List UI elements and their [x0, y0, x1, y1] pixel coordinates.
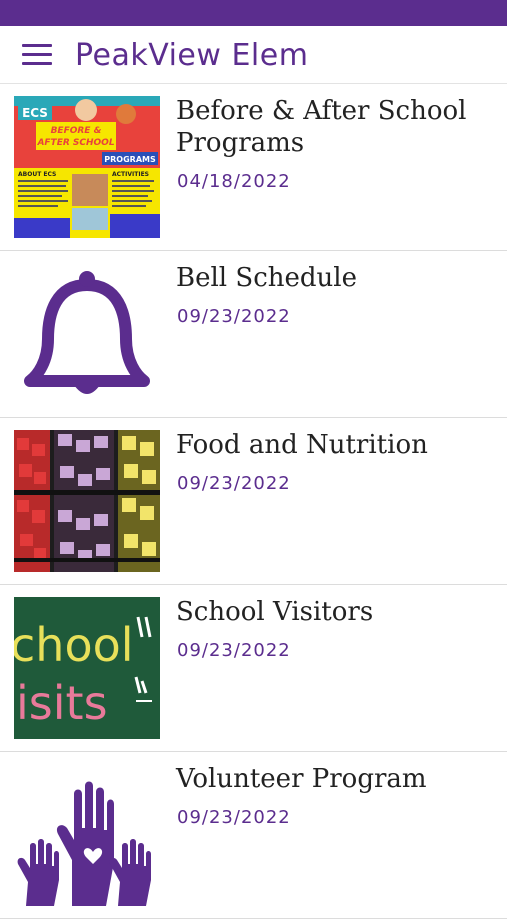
item-title: School Visitors	[176, 597, 374, 627]
item-title: Volunteer Program	[176, 764, 427, 794]
flyer-headline-1: BEFORE &	[51, 126, 102, 136]
flyer-about: ABOUT ECS	[18, 171, 56, 178]
ecs-programs-flyer-image: ECS BEFORE & AFTER SCHOOL PROGRAMS ABOUT…	[14, 96, 160, 238]
item-date: 09/23/2022	[177, 807, 291, 828]
item-title: Bell Schedule	[176, 263, 357, 293]
item-date: 09/23/2022	[177, 306, 291, 327]
flyer-activities: ACTIVITIES	[112, 171, 149, 178]
list-item-food-nutrition[interactable]: Food and Nutrition 09/23/2022	[0, 418, 507, 585]
app-bar: PeakView Elem	[0, 26, 507, 84]
flyer-headline-2: AFTER SCHOOL	[36, 138, 114, 148]
list-item-school-visitors[interactable]: chool isits School Visitors 09/23/2022	[0, 585, 507, 752]
hamburger-menu-icon[interactable]	[20, 40, 54, 70]
item-title: Before & After School Programs	[176, 96, 467, 158]
item-date: 09/23/2022	[177, 640, 291, 661]
item-date: 09/23/2022	[177, 473, 291, 494]
chalkboard-photo: chool isits	[14, 597, 160, 739]
list-item-volunteer-program[interactable]: Volunteer Program 09/23/2022	[0, 752, 507, 919]
flyer-programs: PROGRAMS	[104, 155, 156, 164]
produce-photo	[14, 430, 160, 572]
list-item-before-after-school[interactable]: ECS BEFORE & AFTER SCHOOL PROGRAMS ABOUT…	[0, 84, 507, 251]
item-date: 04/18/2022	[177, 171, 291, 192]
status-bar	[0, 0, 507, 26]
list-item-bell-schedule[interactable]: Bell Schedule 09/23/2022	[0, 251, 507, 418]
flyer-badge: ECS	[22, 106, 48, 120]
bell-icon	[14, 263, 160, 405]
app-title: PeakView Elem	[75, 38, 309, 73]
news-list: ECS BEFORE & AFTER SCHOOL PROGRAMS ABOUT…	[0, 84, 507, 919]
item-title: Food and Nutrition	[176, 430, 428, 460]
chalk-line-2: isits	[16, 676, 108, 730]
raised-hands-icon	[14, 764, 160, 906]
chalk-line-1: chool	[14, 618, 134, 672]
